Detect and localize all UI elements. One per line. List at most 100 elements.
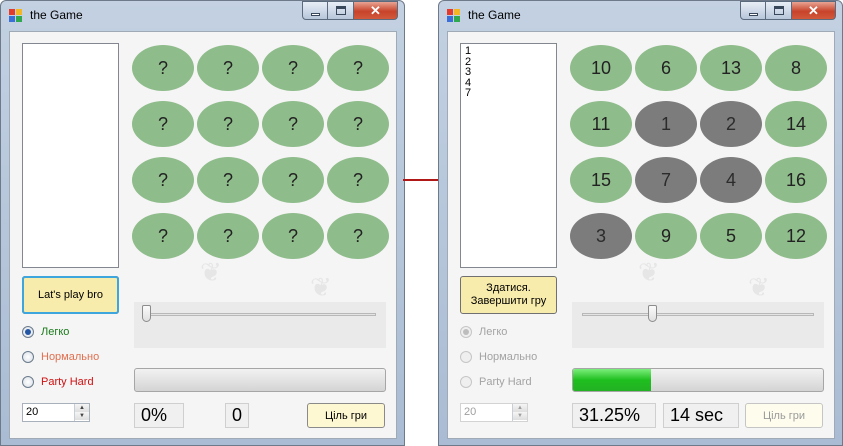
close-icon: ✕	[808, 3, 819, 18]
game-tile[interactable]: ?	[262, 157, 324, 203]
game-tile[interactable]: 15	[570, 157, 632, 203]
game-tile[interactable]: 10	[570, 45, 632, 91]
game-tile[interactable]: ?	[132, 45, 194, 91]
game-tile[interactable]: 6	[635, 45, 697, 91]
surrender-label-line2: Завершити гру	[470, 295, 547, 307]
radio-normal-label: Нормально	[479, 351, 538, 363]
spinner-up-icon[interactable]: ▲	[75, 404, 89, 412]
game-tile[interactable]: ?	[327, 45, 389, 91]
spinner-down-icon[interactable]: ▼	[75, 412, 89, 420]
game-tile[interactable]: 7	[635, 157, 697, 203]
game-tile[interactable]: ?	[262, 45, 324, 91]
game-tile[interactable]: 4	[700, 157, 762, 203]
surrender-label-line1: Здатися.	[486, 282, 531, 294]
surrender-button[interactable]: Здатися. Завершити гру	[460, 276, 557, 314]
maximize-button[interactable]	[766, 1, 792, 20]
moves-listbox[interactable]	[22, 43, 119, 268]
radio-dot	[22, 351, 34, 363]
game-window-before: the Game ✕ ❦ ❦ ❦ ???????????????? Lat's …	[0, 0, 405, 446]
game-tile[interactable]: 3	[570, 213, 632, 259]
list-item[interactable]: 2	[465, 56, 552, 68]
title-bar[interactable]: the Game ✕	[439, 1, 842, 31]
maximize-button[interactable]	[328, 1, 354, 20]
game-tile[interactable]: ?	[197, 157, 259, 203]
game-panel: ❦ ❦ ❦ 1 2 3 4 7 10613811121415741639512 …	[447, 31, 835, 439]
slider-thumb[interactable]	[647, 305, 657, 322]
game-tile[interactable]: ?	[262, 213, 324, 259]
spinner-up-icon[interactable]: ▲	[513, 404, 527, 412]
game-tile[interactable]: 1	[635, 101, 697, 147]
game-tile[interactable]: 13	[700, 45, 762, 91]
time-readout: 14 sec	[663, 403, 739, 428]
maximize-icon	[774, 6, 784, 15]
radio-normal[interactable]: Нормально	[22, 348, 99, 366]
radio-party-hard-label: Party Hard	[41, 376, 94, 388]
goal-button[interactable]: Ціль гри	[745, 403, 823, 428]
radio-dot	[460, 326, 472, 338]
progress-bar	[134, 368, 386, 392]
game-tile[interactable]: 11	[570, 101, 632, 147]
percent-readout: 0%	[134, 403, 184, 428]
minimize-icon	[749, 13, 758, 16]
percent-readout: 31.25%	[572, 403, 656, 428]
time-readout: 0	[225, 403, 249, 428]
close-icon: ✕	[370, 3, 381, 18]
radio-dot	[460, 351, 472, 363]
tile-count-spinner[interactable]: 20 ▲ ▼	[460, 403, 528, 422]
game-tile[interactable]: 12	[765, 213, 827, 259]
app-icon	[447, 9, 461, 23]
game-tile[interactable]: ?	[197, 213, 259, 259]
game-tile[interactable]: 14	[765, 101, 827, 147]
minimize-button[interactable]	[302, 1, 328, 20]
game-tile[interactable]: ?	[132, 213, 194, 259]
radio-easy[interactable]: Легко	[460, 323, 507, 341]
game-tile[interactable]: ?	[327, 213, 389, 259]
game-tile[interactable]: ?	[197, 45, 259, 91]
window-title: the Game	[468, 8, 521, 22]
goal-button[interactable]: Ціль гри	[307, 403, 385, 428]
game-tile[interactable]: ?	[132, 157, 194, 203]
watermark-icon: ❦	[638, 257, 660, 287]
game-tile[interactable]: 8	[765, 45, 827, 91]
radio-party-hard[interactable]: Party Hard	[22, 373, 94, 391]
list-item[interactable]: 1	[465, 46, 552, 57]
list-item[interactable]: 7	[465, 88, 552, 99]
app-icon	[9, 9, 23, 23]
radio-normal[interactable]: Нормально	[460, 348, 537, 366]
tile-count-spinner[interactable]: 20 ▲ ▼	[22, 403, 90, 422]
game-tile[interactable]: ?	[197, 101, 259, 147]
radio-easy-label: Легко	[479, 326, 508, 338]
watermark-icon: ❦	[310, 272, 332, 302]
title-bar[interactable]: the Game ✕	[1, 1, 404, 31]
game-tile[interactable]: 9	[635, 213, 697, 259]
radio-party-hard[interactable]: Party Hard	[460, 373, 532, 391]
radio-dot	[460, 376, 472, 388]
start-game-button[interactable]: Lat's play bro	[22, 276, 119, 314]
game-tile[interactable]: ?	[262, 101, 324, 147]
close-button[interactable]: ✕	[354, 1, 398, 20]
list-item[interactable]: 3	[465, 67, 552, 78]
game-tile[interactable]: 16	[765, 157, 827, 203]
game-panel: ❦ ❦ ❦ ???????????????? Lat's play bro Ле…	[9, 31, 397, 439]
game-tile[interactable]: ?	[132, 101, 194, 147]
game-tile[interactable]: 5	[700, 213, 762, 259]
radio-party-hard-label: Party Hard	[479, 376, 532, 388]
game-tile[interactable]: ?	[327, 157, 389, 203]
spinner-down-icon[interactable]: ▼	[513, 412, 527, 420]
radio-easy[interactable]: Легко	[22, 323, 69, 341]
radio-dot	[22, 376, 34, 388]
watermark-icon: ❦	[748, 272, 770, 302]
moves-listbox[interactable]: 1 2 3 4 7	[460, 43, 557, 268]
spinner-value: 20	[464, 406, 477, 418]
game-tile[interactable]: 2	[700, 101, 762, 147]
start-game-label: Lat's play bro	[37, 288, 104, 301]
radio-normal-label: Нормально	[41, 351, 100, 363]
speed-slider[interactable]	[572, 302, 824, 348]
list-item[interactable]: 4	[465, 77, 552, 89]
slider-thumb[interactable]	[142, 305, 151, 322]
game-tile[interactable]: ?	[327, 101, 389, 147]
close-button[interactable]: ✕	[792, 1, 836, 20]
minimize-button[interactable]	[740, 1, 766, 20]
progress-bar	[572, 368, 824, 392]
speed-slider[interactable]	[134, 302, 386, 348]
